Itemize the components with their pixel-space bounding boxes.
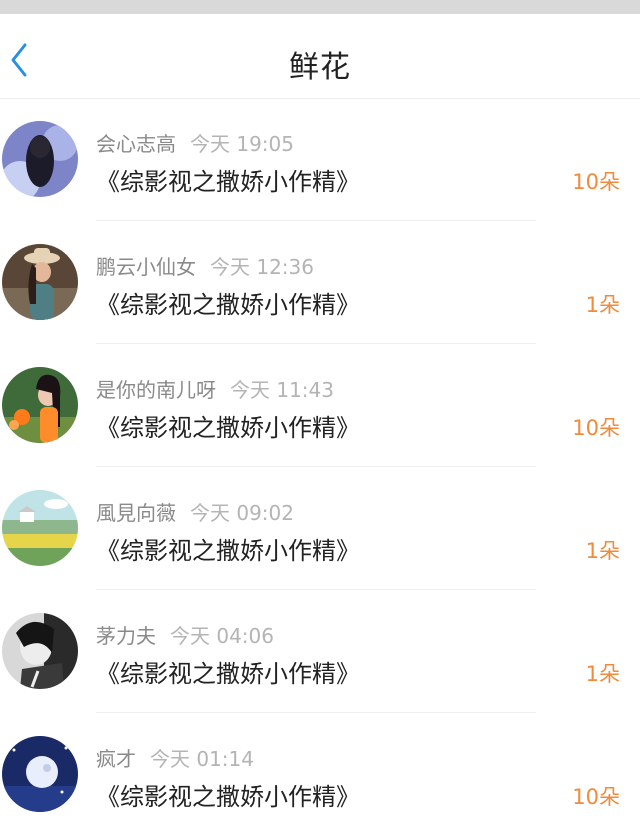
list-item[interactable]: 茅力夫 今天 04:06 《综影视之撒娇小作精》 1朵	[0, 590, 640, 713]
list-item[interactable]: 疯才 今天 01:14 《综影视之撒娇小作精》 10朵	[0, 713, 640, 836]
sender-name: 疯才	[96, 747, 136, 771]
book-title[interactable]: 《综影视之撒娇小作精》	[96, 654, 360, 689]
sender-line: 鹏云小仙女 今天 12:36	[96, 251, 314, 280]
avatar[interactable]	[2, 490, 78, 566]
book-title[interactable]: 《综影视之撒娇小作精》	[96, 408, 360, 443]
sender-line: 疯才 今天 01:14	[96, 743, 254, 772]
avatar[interactable]	[2, 367, 78, 443]
flower-count: 1朵	[585, 662, 620, 686]
book-title[interactable]: 《综影视之撒娇小作精》	[96, 162, 360, 197]
list-item[interactable]: 鹏云小仙女 今天 12:36 《综影视之撒娇小作精》 1朵	[0, 221, 640, 344]
nav-bar: 鲜花	[0, 14, 640, 98]
avatar[interactable]	[2, 244, 78, 320]
avatar[interactable]	[2, 613, 78, 689]
sender-line: 是你的南儿呀 今天 11:43	[96, 374, 334, 403]
sender-name: 風見向薇	[96, 501, 176, 525]
sender-name: 茅力夫	[96, 624, 156, 648]
timestamp: 今天 11:43	[230, 378, 334, 402]
flower-list: 会心志高 今天 19:05 《综影视之撒娇小作精》 10朵 鹏云小仙女 今天 12:…	[0, 98, 640, 836]
sender-name: 是你的南儿呀	[96, 378, 216, 402]
page-title: 鲜花	[289, 50, 351, 85]
book-title[interactable]: 《综影视之撒娇小作精》	[96, 531, 360, 566]
list-item[interactable]: 風見向薇 今天 09:02 《综影视之撒娇小作精》 1朵	[0, 467, 640, 590]
list-item[interactable]: 会心志高 今天 19:05 《综影视之撒娇小作精》 10朵	[0, 98, 640, 221]
avatar[interactable]	[2, 121, 78, 197]
sender-name: 会心志高	[96, 132, 176, 156]
list-item[interactable]: 是你的南儿呀 今天 11:43 《综影视之撒娇小作精》 10朵	[0, 344, 640, 467]
avatar[interactable]	[2, 736, 78, 812]
timestamp: 今天 01:14	[150, 747, 254, 771]
sender-name: 鹏云小仙女	[96, 255, 196, 279]
status-bar	[0, 0, 640, 14]
sender-line: 風見向薇 今天 09:02	[96, 497, 294, 526]
flower-count: 10朵	[572, 170, 620, 194]
timestamp: 今天 19:05	[190, 132, 294, 156]
book-title[interactable]: 《综影视之撒娇小作精》	[96, 777, 360, 812]
timestamp: 今天 12:36	[210, 255, 314, 279]
flower-count: 10朵	[572, 785, 620, 809]
sender-line: 会心志高 今天 19:05	[96, 128, 294, 157]
flower-count: 1朵	[585, 293, 620, 317]
timestamp: 今天 09:02	[190, 501, 294, 525]
sender-line: 茅力夫 今天 04:06	[96, 620, 274, 649]
flower-count: 10朵	[572, 416, 620, 440]
book-title[interactable]: 《综影视之撒娇小作精》	[96, 285, 360, 320]
timestamp: 今天 04:06	[170, 624, 274, 648]
flower-count: 1朵	[585, 539, 620, 563]
